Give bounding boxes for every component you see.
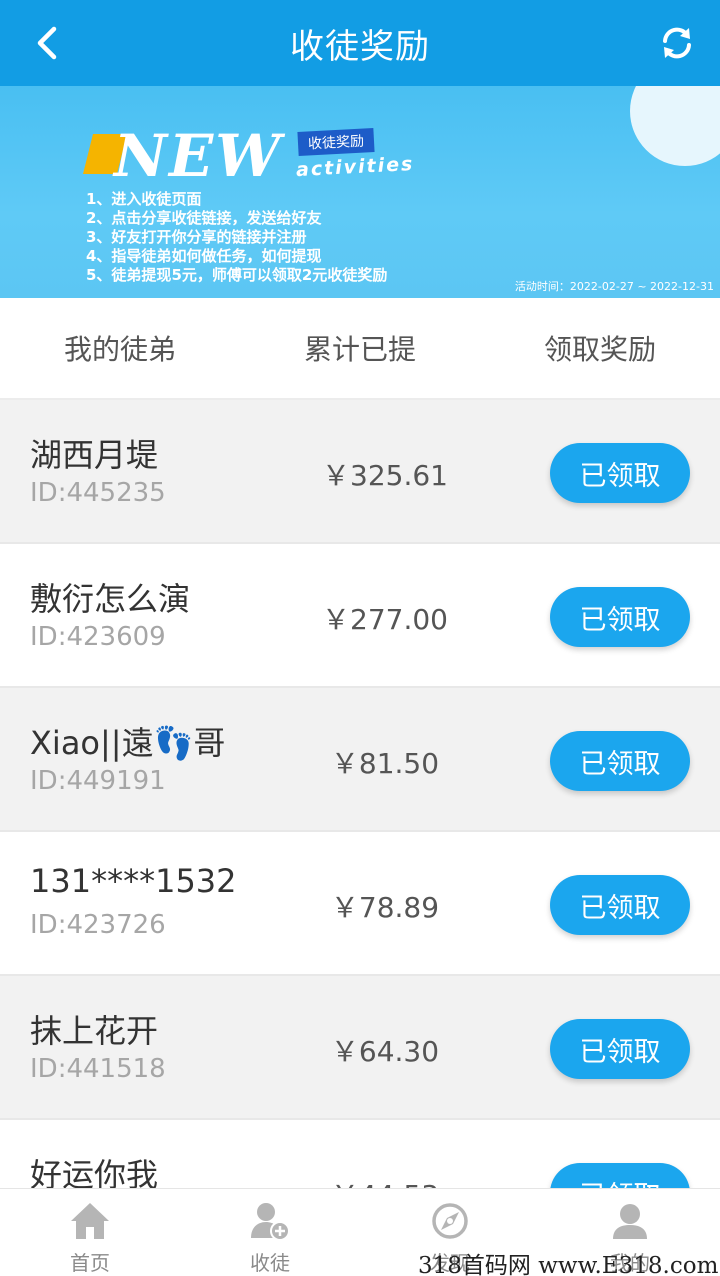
withdrawn-amount: ￥277.00 xyxy=(322,603,448,636)
withdrawn-amount: ￥44.53 xyxy=(240,1174,530,1188)
list-item: 敷衍怎么演 ID:423609 ￥277.00 已领取 xyxy=(0,544,720,688)
banner-step: 1、进入收徒页面 xyxy=(86,190,202,208)
user-icon xyxy=(608,1199,652,1243)
list-item: 湖西月堤 ID:445235 ￥325.61 已领取 xyxy=(0,400,720,544)
apprentice-name: 湖西月堤 xyxy=(30,436,159,474)
list-item: Xiao||遠👣哥 ID:449191 ￥81.50 已领取 xyxy=(0,688,720,832)
apprentice-name: 抹上花开 xyxy=(30,1012,159,1050)
banner-step: 3、好友打开你分享的链接并注册 xyxy=(86,228,307,246)
apprentice-id: ID:423609 xyxy=(30,622,166,652)
list-header: 我的徒弟 累计已提 领取奖励 xyxy=(0,298,720,400)
apprentice-name: 好运你我 xyxy=(30,1156,159,1188)
apprentice-id: ID:423726 xyxy=(30,910,166,940)
claimed-button[interactable]: 已领取 xyxy=(550,731,690,791)
banner-badge: 收徒奖励 xyxy=(297,128,375,156)
refresh-icon xyxy=(663,27,691,59)
back-button[interactable] xyxy=(22,18,72,68)
claimed-button[interactable]: 已领取 xyxy=(550,1163,690,1188)
home-icon xyxy=(68,1199,112,1243)
banner-subtitle: activities xyxy=(295,152,415,182)
claimed-button[interactable]: 已领取 xyxy=(550,875,690,935)
list-item: 抹上花开 ID:441518 ￥64.30 已领取 xyxy=(0,976,720,1120)
tab-label: 首页 xyxy=(70,1251,110,1275)
claimed-button[interactable]: 已领取 xyxy=(550,587,690,647)
apprentice-id: ID:445235 xyxy=(30,478,166,508)
withdrawn-amount: ￥64.30 xyxy=(330,1035,440,1068)
withdrawn-amount: ￥325.61 xyxy=(322,459,448,492)
compass-icon xyxy=(428,1199,472,1243)
withdrawn-amount: ￥78.89 xyxy=(330,891,440,924)
column-reward: 领取奖励 xyxy=(543,333,656,366)
claimed-button[interactable]: 已领取 xyxy=(550,1019,690,1079)
apprentice-id: ID:441518 xyxy=(30,1054,166,1084)
column-apprentice: 我的徒弟 xyxy=(63,333,176,366)
refresh-button[interactable] xyxy=(652,18,702,68)
tab-home[interactable]: 首页 xyxy=(0,1189,180,1276)
apprentice-id: ID:449191 xyxy=(30,766,166,796)
apprentice-name: 131****1532 xyxy=(30,862,237,900)
page-title: 收徒奖励 xyxy=(290,26,430,67)
watermark-text: 318首码网 www.E318.com xyxy=(418,1253,719,1276)
apprentice-list[interactable]: 湖西月堤 ID:445235 ￥325.61 已领取 敷衍怎么演 ID:4236… xyxy=(0,400,720,1188)
promo-banner: NEW 收徒奖励 activities 1、进入收徒页面 2、点击分享收徒链接，… xyxy=(0,86,720,298)
list-item: 131****1532 ID:423726 ￥78.89 已领取 xyxy=(0,832,720,976)
chevron-left-icon xyxy=(37,26,57,60)
banner-step: 4、指导徒弟如何做任务，如何提现 xyxy=(86,247,322,265)
banner-step: 2、点击分享收徒链接，发送给好友 xyxy=(86,209,322,227)
apprentice-name: 敷衍怎么演 xyxy=(30,580,191,618)
tab-label: 收徒 xyxy=(250,1251,290,1275)
banner-step: 5、徒弟提现5元，师傅可以领取2元收徒奖励 xyxy=(86,266,388,284)
new-text: NEW xyxy=(114,122,283,190)
apprentice-name: Xiao||遠👣哥 xyxy=(30,724,226,762)
list-item: 好运你我 ￥44.53 已领取 xyxy=(0,1120,720,1188)
withdrawn-amount: ￥81.50 xyxy=(330,747,440,780)
add-user-icon xyxy=(248,1199,292,1243)
top-bar: 收徒奖励 xyxy=(0,0,720,86)
claimed-button[interactable]: 已领取 xyxy=(550,443,690,503)
banner-steps: 1、进入收徒页面 2、点击分享收徒链接，发送给好友 3、好友打开你分享的链接并注… xyxy=(86,190,387,285)
tab-recruit[interactable]: 收徒 xyxy=(180,1189,360,1276)
banner-decoration xyxy=(630,86,720,166)
column-withdrawn: 累计已提 xyxy=(303,333,416,366)
app-screen: 收徒奖励 NEW 收徒奖励 activities 1、进入收徒页面 2、点击分享… xyxy=(0,0,720,1276)
activity-date: 活动时间：2022-02-27 ~ 2022-12-31 xyxy=(514,280,714,293)
